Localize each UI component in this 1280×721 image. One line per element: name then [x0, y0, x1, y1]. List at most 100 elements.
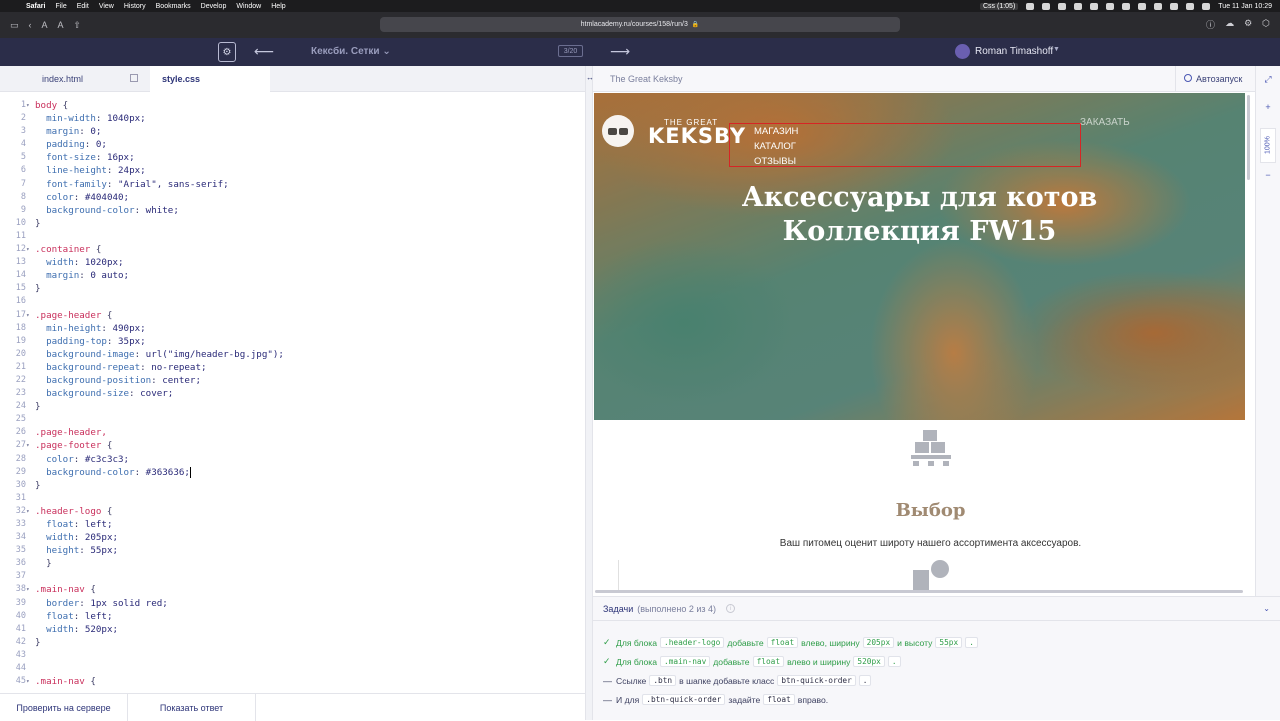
academy-logo-icon[interactable]: ⚙: [218, 42, 236, 62]
code-line[interactable]: 2 min-width: 1040px;: [0, 112, 585, 125]
code-line[interactable]: 39 border: 1px solid red;: [0, 597, 585, 610]
code-line[interactable]: 42}: [0, 636, 585, 649]
code-line[interactable]: 34 width: 205px;: [0, 531, 585, 544]
status-icon[interactable]: [1042, 2, 1051, 10]
code-line[interactable]: 17 ▾ .page-header {: [0, 309, 585, 322]
autorun-button[interactable]: Автозапуск: [1175, 66, 1255, 92]
user-name[interactable]: Roman Timashoff: [975, 46, 1053, 57]
code-line[interactable]: 5 font-size: 16px;: [0, 151, 585, 164]
menu-develop[interactable]: Develop: [201, 3, 227, 10]
tasks-header[interactable]: Задачи (выполнено 2 из 4) i ⌄: [593, 597, 1280, 621]
search-icon[interactable]: [1186, 2, 1195, 10]
code-line[interactable]: 33 float: left;: [0, 518, 585, 531]
code-line[interactable]: 38 ▾ .main-nav {: [0, 583, 585, 596]
code-line[interactable]: 10}: [0, 217, 585, 230]
fold-icon[interactable]: ▾: [26, 439, 32, 452]
fold-icon[interactable]: ▾: [26, 309, 32, 322]
preview-frame[interactable]: THE GREAT KEKSBY МАГАЗИН КАТАЛОГ ОТЗЫВЫ …: [593, 92, 1245, 590]
code-line[interactable]: 3 margin: 0;: [0, 125, 585, 138]
code-line[interactable]: 37: [0, 570, 585, 583]
code-line[interactable]: 25: [0, 413, 585, 426]
panel-divider[interactable]: ↔: [585, 66, 594, 720]
code-line[interactable]: 1 ▾ body {: [0, 99, 585, 112]
order-link[interactable]: ЗАКАЗАТЬ: [1080, 117, 1130, 128]
code-line[interactable]: 9 background-color: white;: [0, 204, 585, 217]
nav-item-reviews[interactable]: ОТЗЫВЫ: [754, 156, 796, 167]
code-line[interactable]: 35 height: 55px;: [0, 544, 585, 557]
code-line[interactable]: 19 padding-top: 35px;: [0, 335, 585, 348]
menu-window[interactable]: Window: [236, 3, 261, 10]
expand-icon[interactable]: ⤢: [1256, 74, 1280, 85]
code-line[interactable]: 31: [0, 492, 585, 505]
code-line[interactable]: 14 margin: 0 auto;: [0, 269, 585, 282]
nav-item-catalog[interactable]: КАТАЛОГ: [754, 141, 796, 152]
menu-history[interactable]: History: [124, 3, 146, 10]
info-icon[interactable]: ⓘ: [1206, 18, 1215, 31]
status-icon[interactable]: [1090, 2, 1099, 10]
code-line[interactable]: 15}: [0, 282, 585, 295]
tab-style-css[interactable]: style.css: [150, 66, 270, 92]
code-line[interactable]: 20 background-image: url("img/header-bg.…: [0, 348, 585, 361]
code-line[interactable]: 30}: [0, 479, 585, 492]
code-line[interactable]: 26 .page-header,: [0, 426, 585, 439]
text-smaller-icon[interactable]: A: [42, 20, 48, 30]
nav-item-shop[interactable]: МАГАЗИН: [754, 126, 798, 137]
sidebar-icon[interactable]: ▭: [10, 20, 19, 31]
code-line[interactable]: 22 background-position: center;: [0, 374, 585, 387]
code-line[interactable]: 8 color: #404040;: [0, 191, 585, 204]
chevron-down-icon[interactable]: ▼: [1053, 46, 1060, 53]
course-title[interactable]: Кексби. Сетки ⌄: [311, 46, 391, 57]
tab-index-html[interactable]: index.html: [30, 66, 150, 92]
split-icon[interactable]: [130, 74, 138, 82]
code-line[interactable]: 11: [0, 230, 585, 243]
code-line[interactable]: 45 ▾ .main-nav {: [0, 675, 585, 688]
extension-icon[interactable]: ⬡: [1262, 18, 1270, 31]
code-line[interactable]: 4 padding: 0;: [0, 138, 585, 151]
address-bar[interactable]: htmlacademy.ru/courses/158/run/3 🔒: [380, 17, 900, 32]
avatar[interactable]: [955, 44, 970, 59]
code-line[interactable]: 27 ▾ .page-footer {: [0, 439, 585, 452]
collapse-icon[interactable]: ⌄: [1263, 604, 1270, 613]
status-icon[interactable]: [1026, 2, 1035, 10]
code-line[interactable]: 21 background-repeat: no-repeat;: [0, 361, 585, 374]
menu-view[interactable]: View: [99, 3, 114, 10]
gear-icon[interactable]: ⚙: [1244, 18, 1252, 31]
code-line[interactable]: 18 min-height: 490px;: [0, 322, 585, 335]
cloud-icon[interactable]: [1058, 2, 1067, 10]
status-icon[interactable]: [1074, 2, 1083, 10]
fold-icon[interactable]: ▾: [26, 99, 32, 112]
code-line[interactable]: 12 ▾ .container {: [0, 243, 585, 256]
code-line[interactable]: 23 background-size: cover;: [0, 387, 585, 400]
next-step-icon[interactable]: ⟶: [610, 43, 630, 60]
control-center-icon[interactable]: [1202, 2, 1211, 10]
volume-icon[interactable]: [1154, 2, 1163, 10]
status-timer[interactable]: Css (1:05): [979, 2, 1019, 10]
back-icon[interactable]: ‹: [29, 20, 32, 30]
preview-vscrollbar[interactable]: [1247, 95, 1250, 180]
code-area[interactable]: 1 ▾ body {2 min-width: 1040px; 3 margin: 0;…: [0, 99, 585, 693]
fold-icon[interactable]: ▾: [26, 583, 32, 596]
fold-icon[interactable]: ▾: [26, 675, 32, 688]
menu-help[interactable]: Help: [271, 3, 285, 10]
code-line[interactable]: 40 float: left;: [0, 610, 585, 623]
flag-icon[interactable]: [1138, 2, 1147, 10]
preview-hscrollbar[interactable]: [595, 590, 1243, 593]
zoom-out-icon[interactable]: −: [1256, 170, 1280, 180]
code-line[interactable]: 28 color: #c3c3c3;: [0, 453, 585, 466]
check-server-button[interactable]: Проверить на сервере: [0, 694, 128, 721]
menu-app[interactable]: Safari: [26, 3, 45, 10]
code-line[interactable]: 6 line-height: 24px;: [0, 164, 585, 177]
fold-icon[interactable]: ▾: [26, 243, 32, 256]
wifi-icon[interactable]: [1170, 2, 1179, 10]
fold-icon[interactable]: ▾: [26, 505, 32, 518]
menu-edit[interactable]: Edit: [77, 3, 89, 10]
step-counter[interactable]: 3/20: [558, 45, 583, 57]
zoom-in-icon[interactable]: +: [1256, 102, 1280, 112]
code-line[interactable]: 13 width: 1020px;: [0, 256, 585, 269]
code-line[interactable]: 29 background-color: #363636;: [0, 466, 585, 479]
prev-step-icon[interactable]: ⟵: [254, 43, 274, 60]
code-line[interactable]: 16: [0, 295, 585, 308]
status-icon[interactable]: [1106, 2, 1115, 10]
code-line[interactable]: 32 ▾ .header-logo {: [0, 505, 585, 518]
cloud-icon[interactable]: ☁: [1225, 18, 1234, 31]
